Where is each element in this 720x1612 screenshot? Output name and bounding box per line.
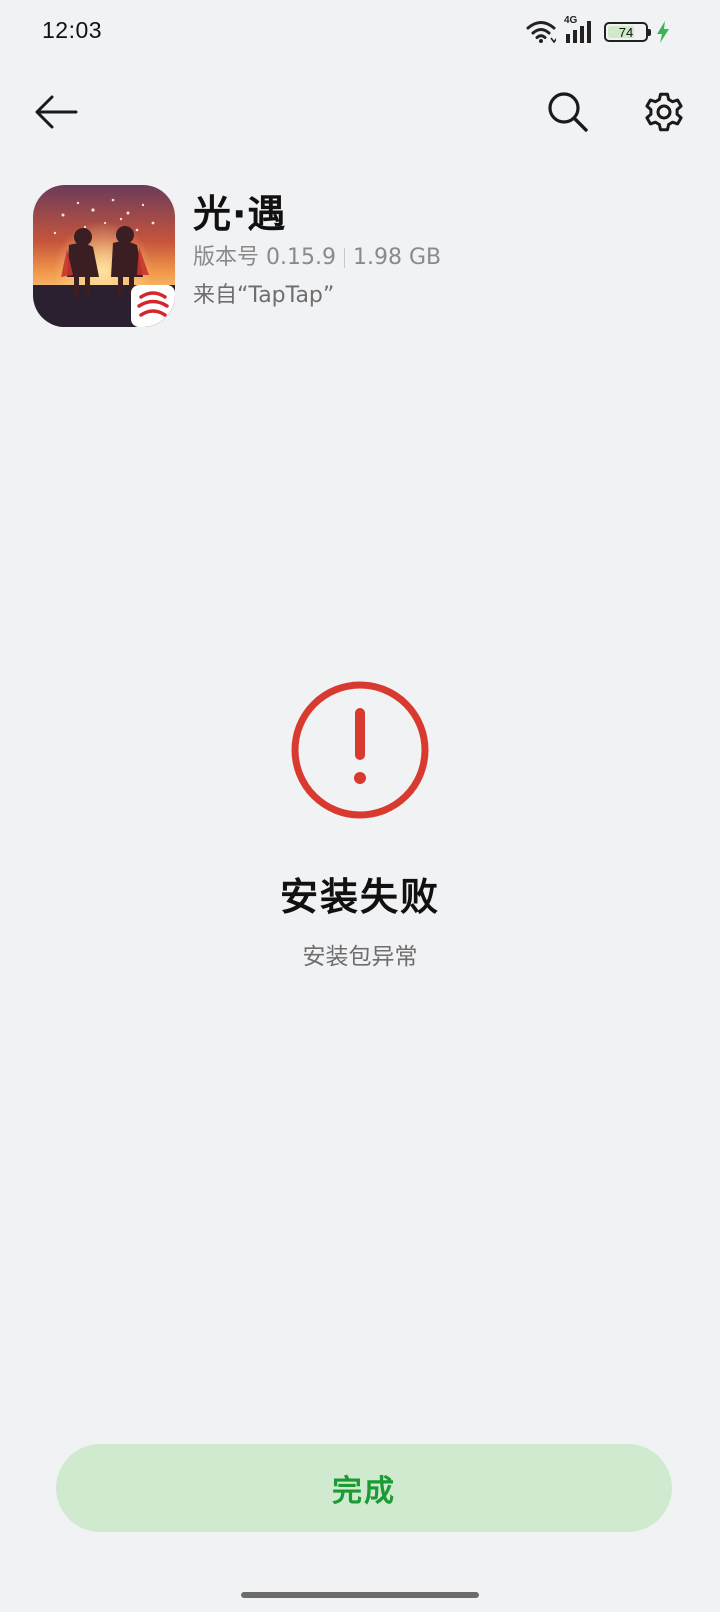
home-indicator[interactable] xyxy=(241,1592,479,1598)
gear-icon xyxy=(645,92,683,132)
app-info: 光·遇 版本号 0.15.9 1.98 GB 来自“TapTap” xyxy=(193,185,441,311)
back-button[interactable] xyxy=(24,80,88,144)
app-version: 版本号 0.15.9 xyxy=(193,245,336,270)
status-time: 12:03 xyxy=(42,17,103,43)
battery-tip xyxy=(648,29,651,36)
toolbar xyxy=(0,80,720,150)
done-button[interactable]: 完成 xyxy=(56,1444,672,1532)
result-title: 安装失败 xyxy=(279,875,440,919)
meta-divider xyxy=(343,248,345,268)
app-meta: 版本号 0.15.9 1.98 GB xyxy=(193,243,441,273)
wifi-icon xyxy=(526,20,556,44)
result-subtitle: 安装包异常 xyxy=(302,944,418,970)
battery-level: 74 xyxy=(618,24,634,40)
app-header: 光·遇 版本号 0.15.9 1.98 GB 来自“TapTap” xyxy=(33,185,441,327)
app-size: 1.98 GB xyxy=(352,245,442,270)
app-source: 来自“TapTap” xyxy=(193,283,335,308)
cellular-signal-icon: 4G xyxy=(564,15,596,45)
search-icon xyxy=(548,92,588,132)
status-bar: 12:03 4G 74 xyxy=(0,0,720,64)
error-exclamation-icon xyxy=(291,681,429,819)
back-arrow-icon xyxy=(35,95,78,129)
app-name: 光·遇 xyxy=(193,192,287,236)
search-button[interactable] xyxy=(536,80,600,144)
settings-button[interactable] xyxy=(632,80,696,144)
status-icons: 4G 74 xyxy=(526,15,670,46)
app-icon xyxy=(33,185,175,327)
battery-icon: 74 xyxy=(604,22,651,42)
install-result: 安装失败 安装包异常 xyxy=(0,678,720,971)
charging-bolt-icon xyxy=(656,20,670,44)
